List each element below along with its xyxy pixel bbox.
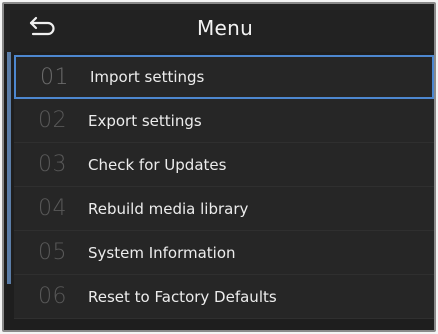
menu-item-rebuild-media-library[interactable]: 04 Rebuild media library	[14, 187, 434, 231]
menu-item-number: 01	[40, 64, 69, 90]
menu-item-check-for-updates[interactable]: 03 Check for Updates	[14, 143, 434, 187]
menu-item-label: Reset to Factory Defaults	[88, 287, 277, 306]
menu-item-reset-to-factory-defaults[interactable]: 06 Reset to Factory Defaults	[14, 275, 434, 319]
menu-item-number: 03	[38, 152, 67, 177]
menu-item-label: Check for Updates	[88, 155, 227, 174]
menu-item-label: Import settings	[90, 68, 205, 86]
menu-item-export-settings[interactable]: 02 Export settings	[14, 99, 434, 143]
menu-item-label: System Information	[88, 243, 236, 262]
menu-item-number: 04	[38, 196, 67, 221]
menu-item-import-settings[interactable]: 01 Import settings	[14, 55, 434, 99]
menu-item-label: Rebuild media library	[88, 199, 249, 218]
menu-item-number: 06	[38, 284, 67, 309]
menu-item-label: Export settings	[88, 111, 202, 130]
scrollbar-thumb[interactable]	[7, 52, 11, 284]
menu-list: 01 Import settings 02 Export settings 03…	[14, 55, 434, 319]
device-screen: Audio Network Menu 01 Import settings 02…	[2, 2, 436, 332]
menu-header: Menu	[4, 4, 434, 52]
page-title: Menu	[196, 16, 254, 40]
menu-item-system-information[interactable]: 05 System Information	[14, 231, 434, 275]
menu-item-number: 05	[38, 240, 67, 265]
menu-item-number: 02	[38, 108, 67, 133]
